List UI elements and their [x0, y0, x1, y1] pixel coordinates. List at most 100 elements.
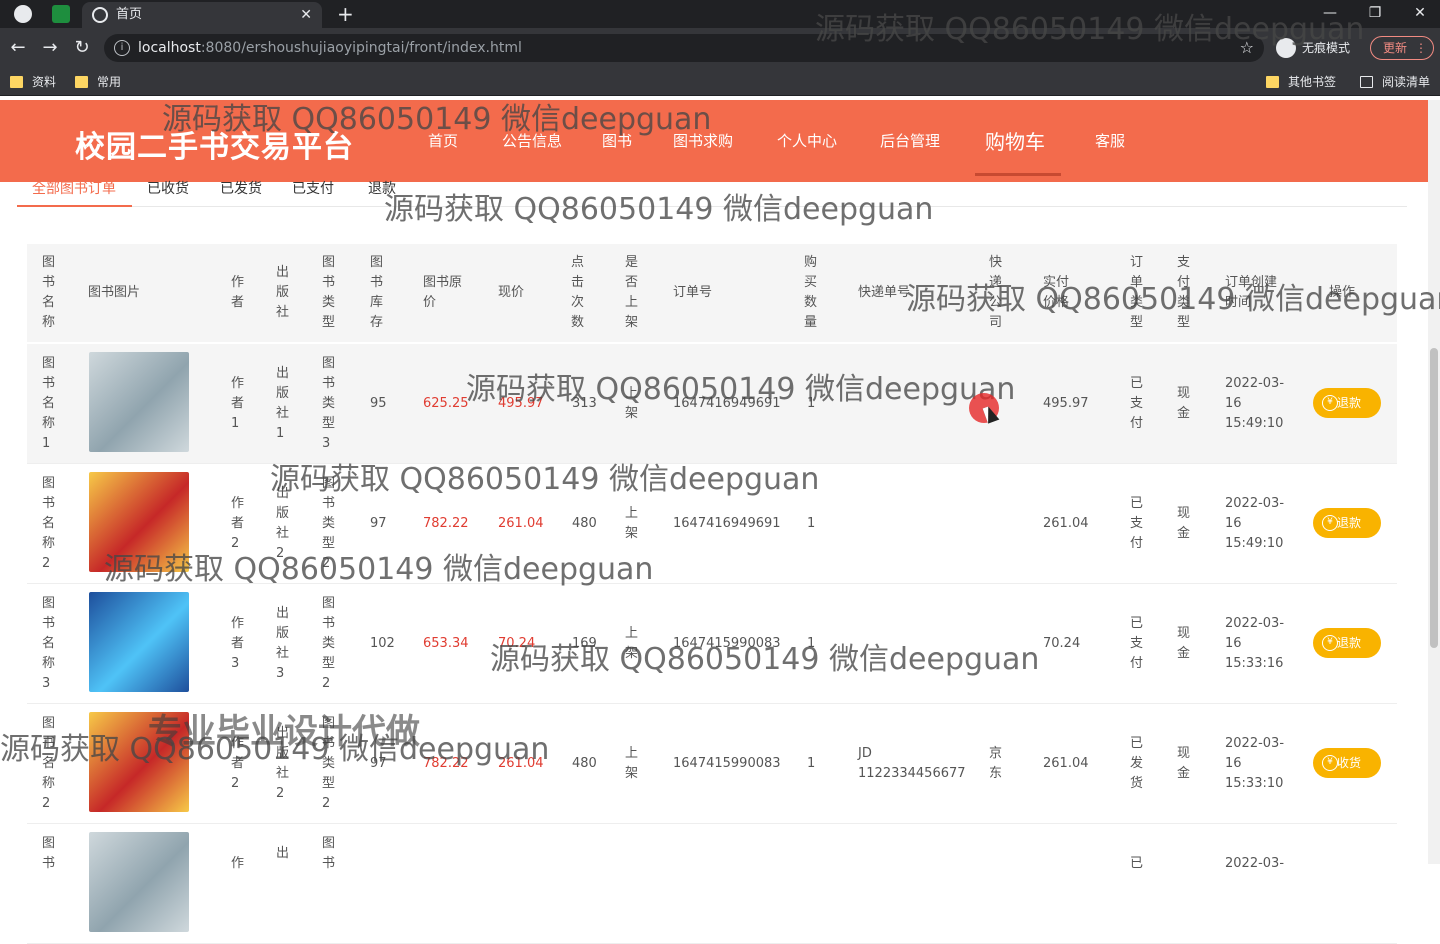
bookmarks-bar: 资料 常用 其他书签 阅读清单: [0, 68, 1440, 96]
bookmark-folder[interactable]: 资料: [10, 68, 56, 96]
th-book-image: 图书图片: [88, 285, 141, 300]
nav-personal-center[interactable]: 个人中心: [777, 130, 837, 151]
cell-created-time: 15:33:10: [1225, 776, 1284, 791]
table-row[interactable]: 图书名称1 作者1 出版社1 图书类型3 95 625.25 495.97 313 上架 1647…: [27, 344, 1397, 464]
cell-current-price: 495.97: [498, 396, 544, 411]
other-bookmarks[interactable]: 其他书签: [1266, 68, 1336, 96]
action-button[interactable]: ¥ 收货: [1313, 748, 1381, 778]
globe-icon: [92, 7, 108, 23]
cell-book-type: 图书类型2: [322, 596, 336, 691]
cell-created-date: 2022-03-: [1225, 736, 1285, 751]
cell-created-time: 15:49:10: [1225, 536, 1284, 551]
cell-book-name: 图书: [42, 836, 56, 871]
nav-customer-service[interactable]: 客服: [1095, 130, 1125, 151]
cell-pay-type: 现金: [1177, 506, 1191, 541]
cell-clicks: 480: [572, 516, 597, 531]
nav-cart[interactable]: 购物车: [985, 126, 1045, 155]
cell-book-name: 图书名称2: [42, 716, 56, 811]
th-book-name: 图书名称: [42, 255, 56, 330]
info-icon[interactable]: i: [114, 40, 130, 56]
page-scrollbar[interactable]: [1428, 100, 1440, 864]
cell-book-type: 图书类型2: [322, 476, 336, 571]
url-host: localhost: [138, 40, 201, 56]
cell-pay-type: 现金: [1177, 386, 1191, 421]
action-button[interactable]: ¥ 退款: [1313, 508, 1381, 538]
book-cover-image[interactable]: [89, 472, 189, 572]
minimize-button[interactable]: —: [1310, 0, 1350, 26]
bookmark-folder[interactable]: 常用: [75, 68, 121, 96]
book-cover-image[interactable]: [89, 592, 189, 692]
cell-clicks: 313: [572, 396, 597, 411]
close-icon[interactable]: ✕: [300, 2, 312, 28]
cell-created-day: 16: [1225, 636, 1242, 651]
url-input[interactable]: i localhost:8080/ershoushujiaoyipingtai/…: [104, 34, 1264, 62]
th-pay-type: 支付类型: [1177, 255, 1191, 330]
cell-current-price: 261.04: [498, 756, 544, 771]
cell-publisher: 出版社2: [276, 726, 290, 801]
cell-stock: 95: [370, 396, 387, 411]
tab-paid[interactable]: 已支付: [292, 178, 334, 198]
cell-order-no: 1647416949691: [673, 396, 781, 411]
cell-order-type: 已: [1130, 856, 1144, 871]
nav-admin[interactable]: 后台管理: [880, 130, 940, 151]
tab-shipped[interactable]: 已发货: [220, 178, 262, 198]
nav-book-requests[interactable]: 图书求购: [673, 130, 733, 151]
table-row[interactable]: 图书名称2 作者2 出版社2 图书类型2 97 782.22 261.04 480 上架 1647…: [27, 464, 1397, 584]
table-row[interactable]: 图书作 出 图书已 2022-03-: [27, 824, 1397, 944]
bookmark-star-icon[interactable]: ☆: [1240, 34, 1254, 62]
tab-all-orders[interactable]: 全部图书订单: [32, 178, 116, 198]
reload-icon[interactable]: ↻: [70, 36, 94, 60]
cell-author: 作者2: [231, 736, 245, 791]
book-cover-image[interactable]: [89, 352, 189, 452]
cell-courier: 京东: [989, 746, 1003, 781]
folder-icon: [10, 76, 23, 88]
cell-clicks: 480: [572, 756, 597, 771]
new-tab-button[interactable]: +: [337, 0, 354, 28]
folder-icon: [1266, 76, 1279, 88]
nav-books[interactable]: 图书: [602, 130, 632, 151]
back-icon[interactable]: ←: [6, 36, 30, 60]
active-nav-underline: [975, 173, 1061, 176]
bookmark-label: 资料: [32, 75, 57, 89]
close-window-button[interactable]: ✕: [1400, 0, 1440, 26]
active-tab-underline: [17, 205, 132, 207]
cell-created-day: 16: [1225, 516, 1242, 531]
tab-received[interactable]: 已收货: [147, 178, 189, 198]
action-button[interactable]: ¥ 退款: [1313, 628, 1381, 658]
th-quantity: 购买数量: [804, 255, 818, 330]
forward-icon[interactable]: →: [38, 36, 62, 60]
table-row[interactable]: 图书名称3 作者3 出版社3 图书类型2 102 653.34 70.24 169 上架 1647…: [27, 584, 1397, 704]
scroll-thumb[interactable]: [1430, 348, 1438, 648]
th-action: 操作: [1329, 285, 1356, 300]
table-row[interactable]: 图书名称2 作者2 出版社2 图书类型2 97 782.22 261.04 480 上架 1647…: [27, 704, 1397, 824]
nav-announcements[interactable]: 公告信息: [502, 130, 562, 151]
tab-refund[interactable]: 退款: [368, 178, 396, 198]
cell-quantity: 1: [807, 756, 816, 771]
cell-quantity: 1: [807, 636, 816, 651]
cell-order-no: 1647416949691: [673, 516, 781, 531]
cell-publisher: 出版社2: [276, 486, 290, 561]
sheets-icon[interactable]: [52, 5, 70, 23]
incognito-icon: [1276, 38, 1296, 58]
book-cover-image[interactable]: [89, 832, 189, 932]
browser-tab[interactable]: 首页 ✕: [82, 2, 322, 28]
restore-button[interactable]: ❐: [1355, 0, 1395, 26]
cell-listed: 上架: [625, 626, 639, 661]
incognito-indicator[interactable]: 无痕模式: [1276, 36, 1350, 60]
th-author: 作者: [231, 275, 245, 310]
nav-home[interactable]: 首页: [428, 130, 458, 151]
cell-created-date: 2022-03-: [1225, 376, 1285, 391]
th-created-time: 订单创建时间: [1225, 275, 1278, 310]
yen-icon: ¥: [1322, 395, 1338, 411]
cell-pay-type: 现金: [1177, 746, 1191, 781]
book-cover-image[interactable]: [89, 712, 189, 812]
cell-original-price: 653.34: [423, 636, 469, 651]
reading-list[interactable]: 阅读清单: [1360, 68, 1430, 96]
more-menu-icon[interactable]: ⋮: [1415, 37, 1427, 59]
th-order-type: 订单类型: [1130, 255, 1144, 330]
th-order-no: 订单号: [673, 285, 713, 300]
action-button[interactable]: ¥ 退款: [1313, 388, 1381, 418]
cell-book-type: 图书类型2: [322, 716, 336, 811]
update-button[interactable]: 更新 ⋮: [1370, 36, 1434, 60]
cell-order-type: 已支付: [1130, 616, 1144, 671]
